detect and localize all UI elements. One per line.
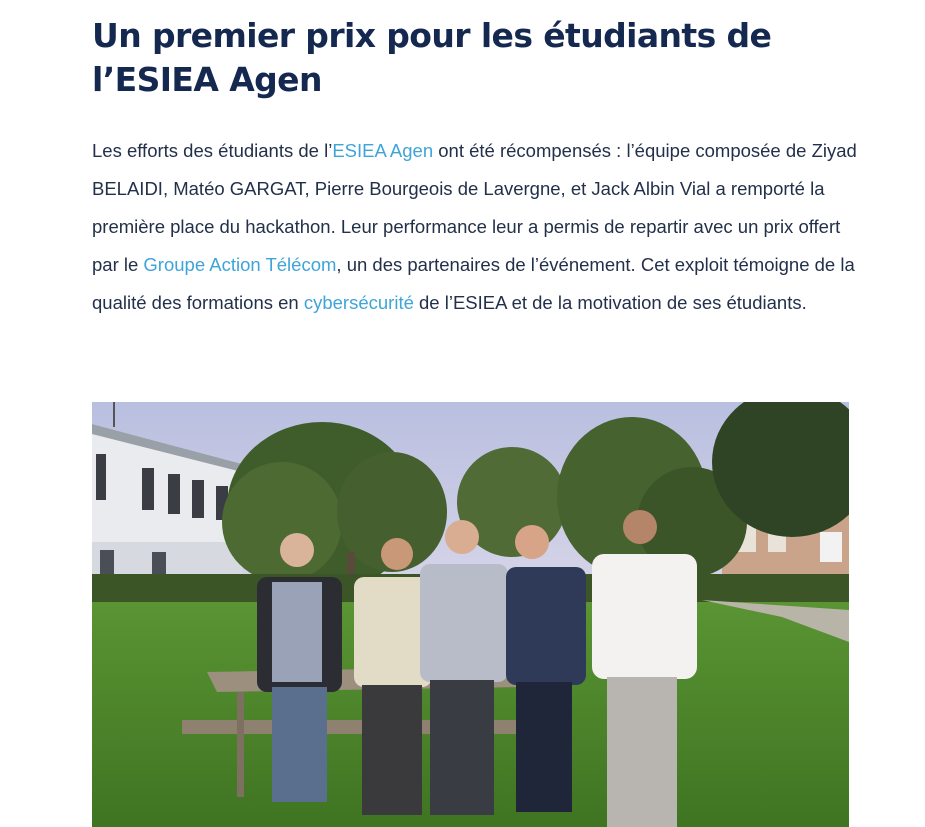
team-photo [92, 402, 849, 827]
link-groupe-action-telecom[interactable]: Groupe Action Télécom [143, 254, 336, 275]
article-title: Un premier prix pour les étudiants de l’… [92, 16, 772, 99]
paragraph-text: de l’ESIEA et de la motivation de ses ét… [413, 292, 807, 313]
link-cybersecurite[interactable]: cybersécurité [304, 292, 414, 313]
article: Un premier prix pour les étudiants de l’… [0, 0, 925, 827]
article-paragraph: Les efforts des étudiants de l’ESIEA Age… [92, 132, 862, 322]
paragraph-text: Les efforts des étudiants de l’ [92, 140, 333, 161]
link-esiea-agen[interactable]: ESIEA Agen [332, 140, 433, 161]
